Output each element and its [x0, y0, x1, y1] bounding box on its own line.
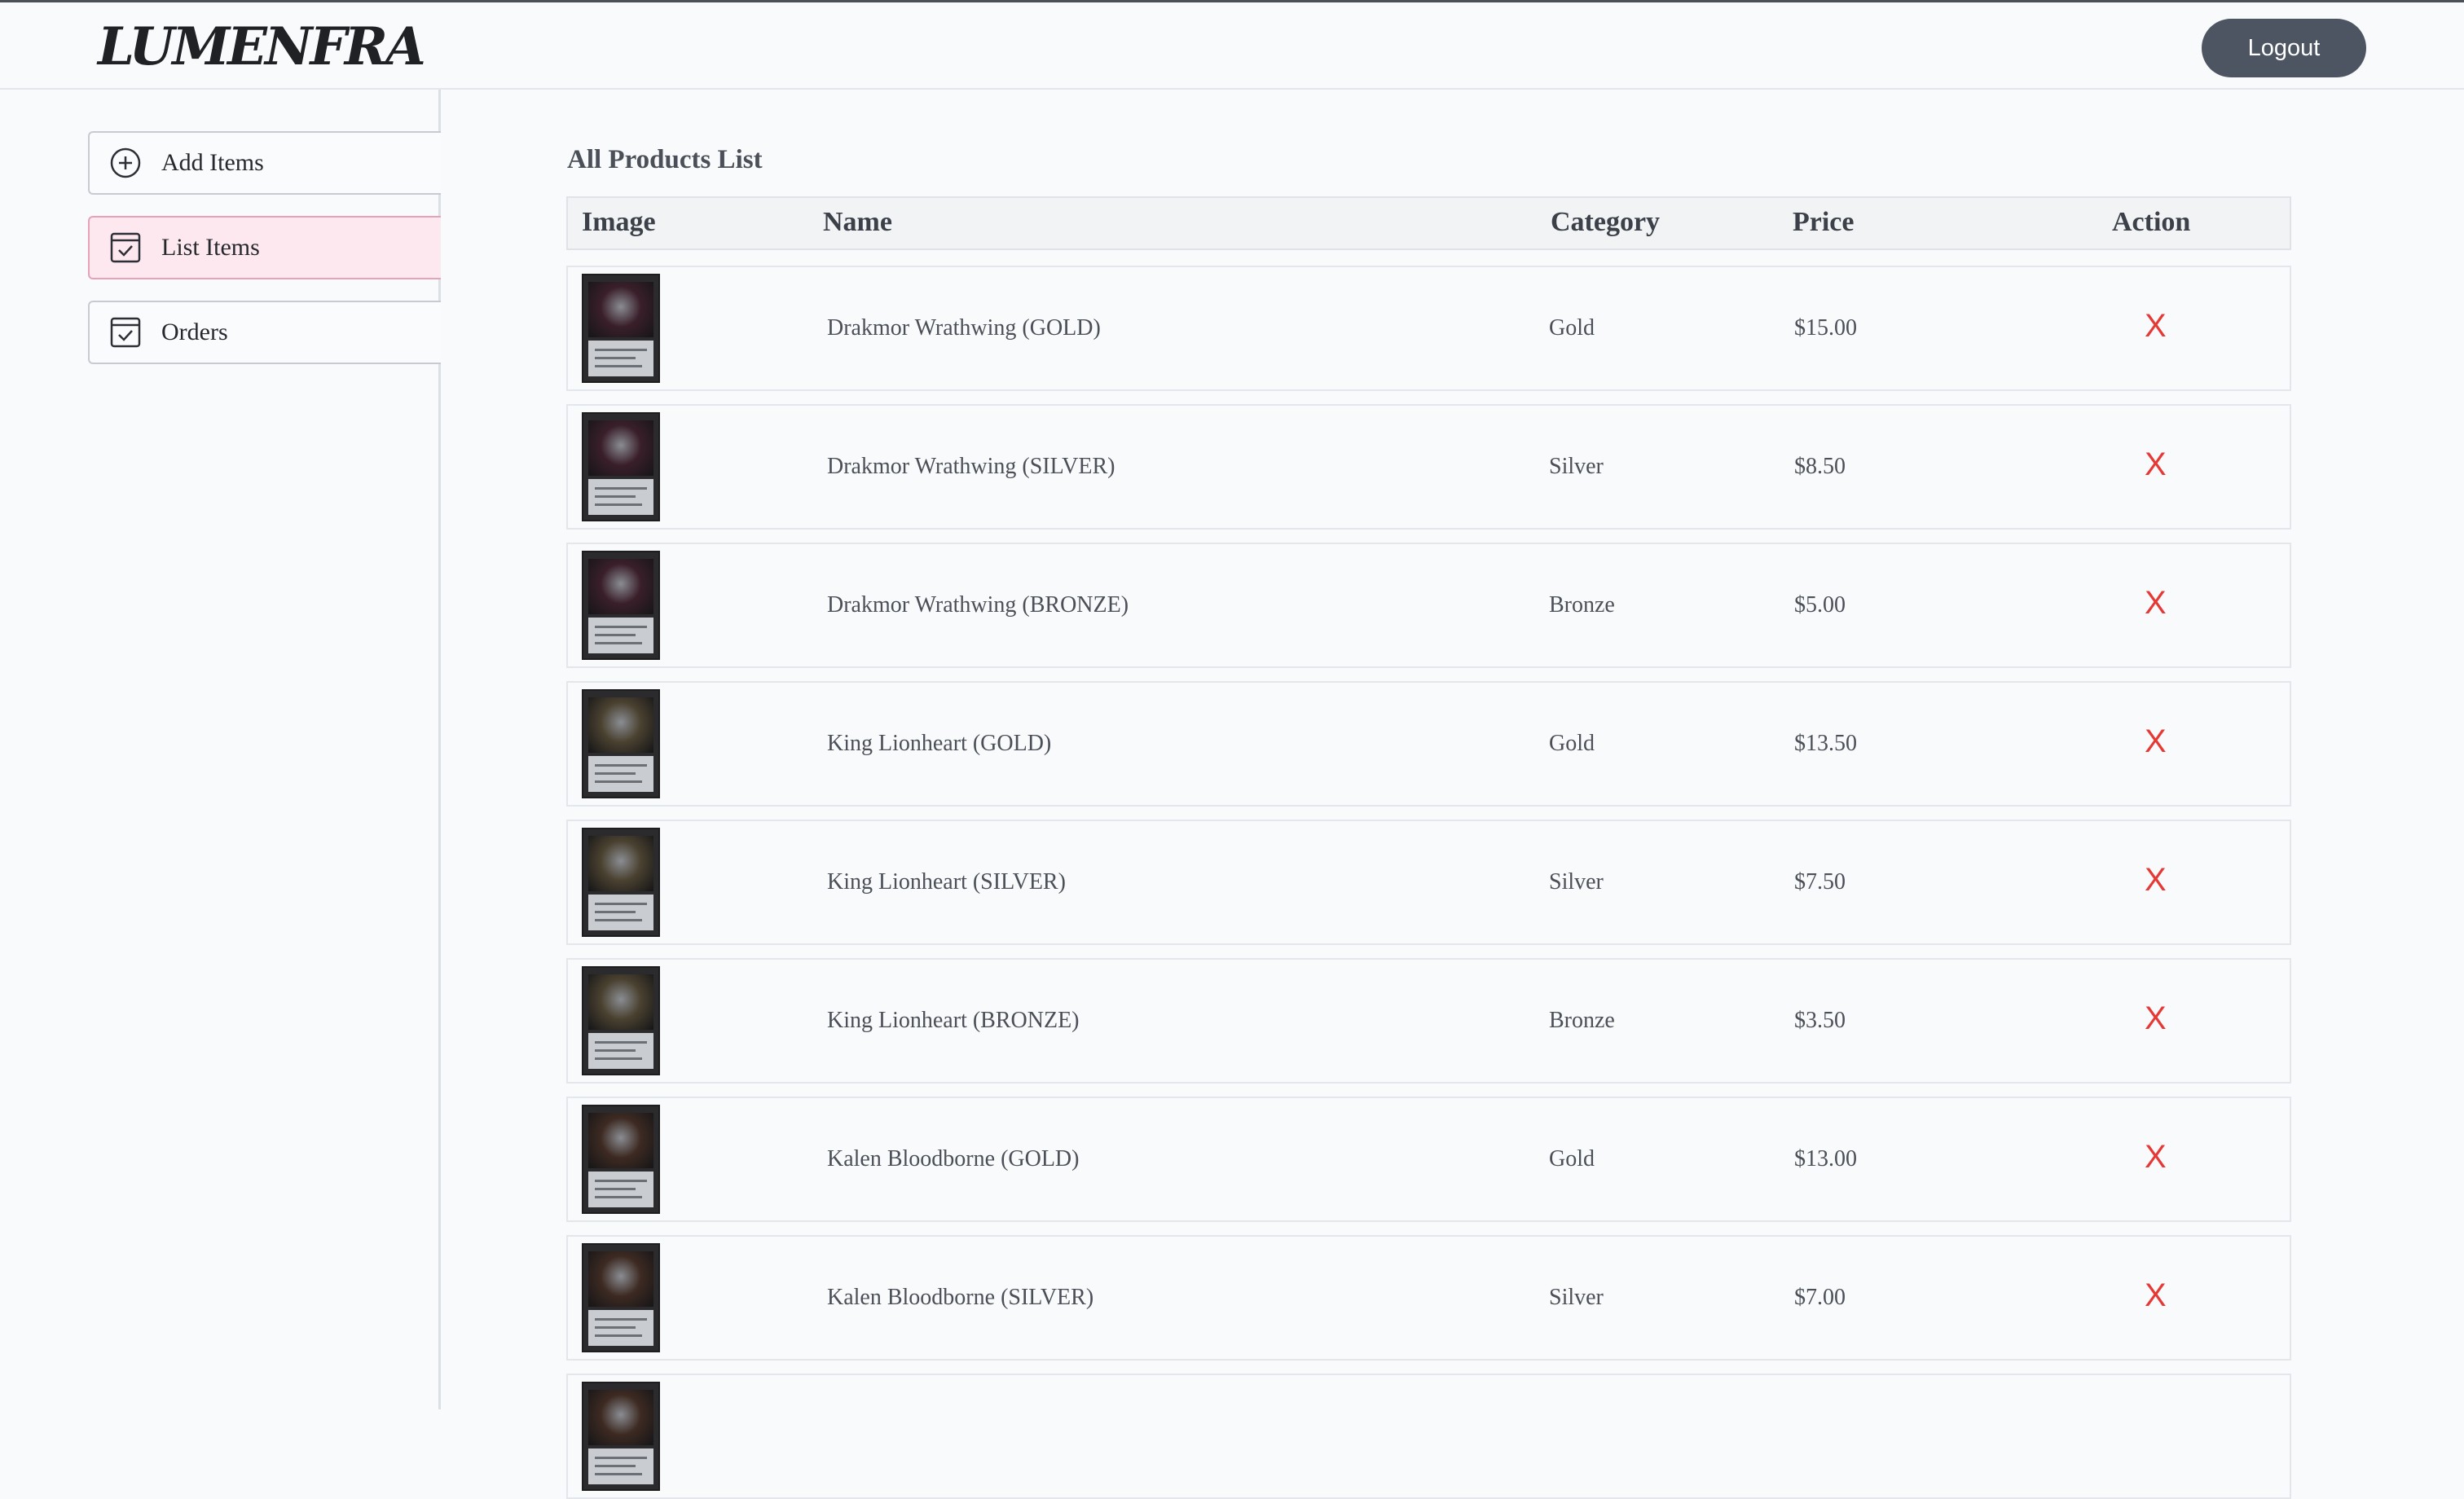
table-header: Image Name Category Price Action	[566, 196, 2291, 250]
product-name: King Lionheart (GOLD)	[827, 731, 1052, 756]
card-art	[588, 420, 653, 476]
sidebar-item-orders[interactable]: Orders	[88, 301, 441, 364]
product-category: Gold	[1549, 1146, 1595, 1172]
card-art	[588, 1113, 653, 1168]
card-text-box	[588, 895, 653, 930]
card-text-box	[588, 756, 653, 792]
card-art	[588, 559, 653, 614]
sidebar-item-add-items[interactable]: Add Items	[88, 131, 441, 195]
table-row: King Lionheart (GOLD) Gold $13.50 X	[566, 681, 2291, 807]
logo[interactable]: LUMENFRA	[98, 14, 426, 81]
checkbox-icon	[108, 230, 143, 266]
card-art	[588, 836, 653, 891]
delete-icon[interactable]: X	[2145, 308, 2167, 345]
table-row: Kalen Bloodborne (GOLD) Gold $13.00 X	[566, 1097, 2291, 1222]
product-category: Gold	[1549, 315, 1595, 341]
product-thumbnail	[582, 1105, 660, 1214]
card-text-box	[588, 1033, 653, 1069]
table-row: King Lionheart (SILVER) Silver $7.50 X	[566, 820, 2291, 945]
delete-icon[interactable]: X	[2145, 585, 2167, 622]
card-text-box	[588, 618, 653, 653]
card-art	[588, 282, 653, 337]
product-name: Kalen Bloodborne (GOLD)	[827, 1146, 1080, 1172]
card-text-box	[588, 1172, 653, 1207]
delete-icon[interactable]: X	[2145, 862, 2167, 899]
product-name: Drakmor Wrathwing (GOLD)	[827, 315, 1101, 341]
product-name: Drakmor Wrathwing (BRONZE)	[827, 592, 1129, 618]
delete-icon[interactable]: X	[2145, 723, 2167, 760]
sidebar-item-label: Add Items	[161, 149, 264, 176]
column-header-category: Category	[1551, 207, 1661, 237]
checkbox-icon	[108, 314, 143, 350]
product-thumbnail	[582, 828, 660, 937]
sidebar-item-label: List Items	[161, 234, 260, 261]
product-thumbnail	[582, 689, 660, 798]
product-price: $3.50	[1794, 1008, 1846, 1033]
delete-icon[interactable]: X	[2145, 446, 2167, 483]
delete-icon[interactable]: X	[2145, 1277, 2167, 1314]
table-row: Kalen Bloodborne (SILVER) Silver $7.00 X	[566, 1235, 2291, 1361]
card-art	[588, 1251, 653, 1307]
column-header-action: Action	[2112, 207, 2191, 237]
card-text-box	[588, 479, 653, 515]
product-category: Gold	[1549, 731, 1595, 756]
table-row: Drakmor Wrathwing (GOLD) Gold $15.00 X	[566, 266, 2291, 391]
top-bar: LUMENFRA Logout	[0, 0, 2464, 90]
product-category: Silver	[1549, 1285, 1604, 1310]
product-thumbnail	[582, 1243, 660, 1352]
product-price: $15.00	[1794, 315, 1857, 341]
product-category: Silver	[1549, 869, 1604, 895]
card-art	[588, 697, 653, 753]
sidebar-item-list-items[interactable]: List Items	[88, 216, 441, 279]
card-text-box	[588, 1310, 653, 1346]
column-header-name: Name	[823, 207, 892, 237]
product-category: Bronze	[1549, 1008, 1615, 1033]
card-text-box	[588, 1448, 653, 1484]
product-category: Bronze	[1549, 592, 1615, 618]
product-name: Kalen Bloodborne (SILVER)	[827, 1285, 1094, 1310]
product-price: $7.00	[1794, 1285, 1846, 1310]
product-thumbnail	[582, 274, 660, 383]
product-price: $13.50	[1794, 731, 1857, 756]
product-category: Silver	[1549, 454, 1604, 479]
table-row: Drakmor Wrathwing (BRONZE) Bronze $5.00 X	[566, 543, 2291, 668]
product-thumbnail	[582, 1382, 660, 1491]
card-art	[588, 974, 653, 1030]
sidebar: Add Items List Items Orders	[0, 90, 441, 1409]
sidebar-item-label: Orders	[161, 319, 228, 345]
card-text-box	[588, 341, 653, 376]
product-thumbnail	[582, 412, 660, 521]
plus-circle-icon	[108, 145, 143, 181]
column-header-price: Price	[1793, 207, 1855, 237]
column-header-image: Image	[582, 207, 656, 237]
product-price: $8.50	[1794, 454, 1846, 479]
product-name: Drakmor Wrathwing (SILVER)	[827, 454, 1115, 479]
table-row: King Lionheart (BRONZE) Bronze $3.50 X	[566, 958, 2291, 1084]
product-price: $5.00	[1794, 592, 1846, 618]
page-title: All Products List	[567, 145, 763, 174]
table-row: Drakmor Wrathwing (SILVER) Silver $8.50 X	[566, 404, 2291, 530]
product-price: $7.50	[1794, 869, 1846, 895]
table-row	[566, 1374, 2291, 1499]
product-thumbnail	[582, 966, 660, 1075]
delete-icon[interactable]: X	[2145, 1139, 2167, 1176]
product-thumbnail	[582, 551, 660, 660]
logout-button[interactable]: Logout	[2202, 19, 2366, 77]
product-price: $13.00	[1794, 1146, 1857, 1172]
card-art	[588, 1390, 653, 1445]
delete-icon[interactable]: X	[2145, 1000, 2167, 1037]
product-name: King Lionheart (SILVER)	[827, 869, 1066, 895]
product-name: King Lionheart (BRONZE)	[827, 1008, 1080, 1033]
